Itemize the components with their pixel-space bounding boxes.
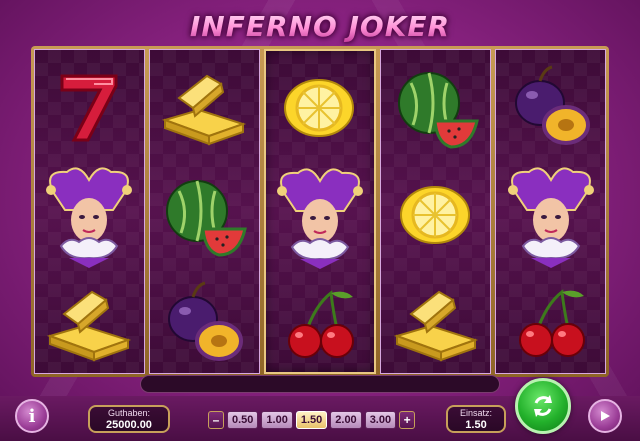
autoplay-button[interactable]: [588, 399, 622, 433]
cherries-icon: [496, 270, 605, 373]
reel-3: [263, 49, 377, 374]
cherries-icon: [266, 271, 375, 372]
bet-increase-button[interactable]: +: [399, 411, 416, 429]
info-button[interactable]: i: [15, 399, 49, 433]
watermelon-icon: [150, 162, 259, 270]
spin-button[interactable]: [515, 378, 571, 434]
bet-option-1.50[interactable]: 1.50: [295, 411, 328, 429]
reel-1: [34, 49, 145, 374]
bet-decrease-button[interactable]: –: [208, 411, 224, 429]
lemon-icon: [381, 162, 490, 270]
gold-bars-icon: [35, 270, 144, 373]
reels-area: [34, 49, 606, 374]
bet-option-1.00[interactable]: 1.00: [261, 411, 293, 429]
info-icon: i: [28, 405, 36, 427]
watermelon-icon: [381, 54, 490, 162]
bet-option-2.00[interactable]: 2.00: [330, 411, 362, 429]
reel-4: [380, 49, 492, 374]
balance-display: Guthaben: 25000.00: [88, 405, 170, 433]
spin-arrows-icon: [534, 395, 552, 417]
bet-selector: – 0.50 1.00 1.50 2.00 3.00 +: [208, 410, 416, 430]
joker-icon: [35, 162, 144, 270]
win-display: [140, 375, 500, 393]
reel-5: [495, 49, 606, 374]
gold-bars-icon: [150, 54, 259, 162]
joker-icon: [496, 162, 605, 270]
stake-display: Einsatz: 1.50: [446, 405, 506, 433]
balance-value: 25000.00: [106, 419, 152, 431]
game-logo: INFERNO JOKER: [0, 10, 640, 50]
seven-icon: [35, 54, 144, 162]
gold-bars-icon: [381, 270, 490, 373]
lemon-icon: [266, 55, 375, 163]
bet-option-3.00[interactable]: 3.00: [364, 411, 397, 429]
joker-icon: [266, 163, 375, 271]
bet-option-0.50[interactable]: 0.50: [227, 411, 259, 429]
stake-value: 1.50: [465, 419, 487, 431]
plum-icon: [150, 270, 259, 373]
game-title: INFERNO JOKER: [189, 10, 451, 43]
balance-label: Guthaben:: [107, 408, 151, 418]
stake-label: Einsatz:: [459, 408, 492, 418]
play-icon: [601, 411, 610, 421]
plum-icon: [496, 54, 605, 162]
reel-2: [148, 49, 260, 374]
